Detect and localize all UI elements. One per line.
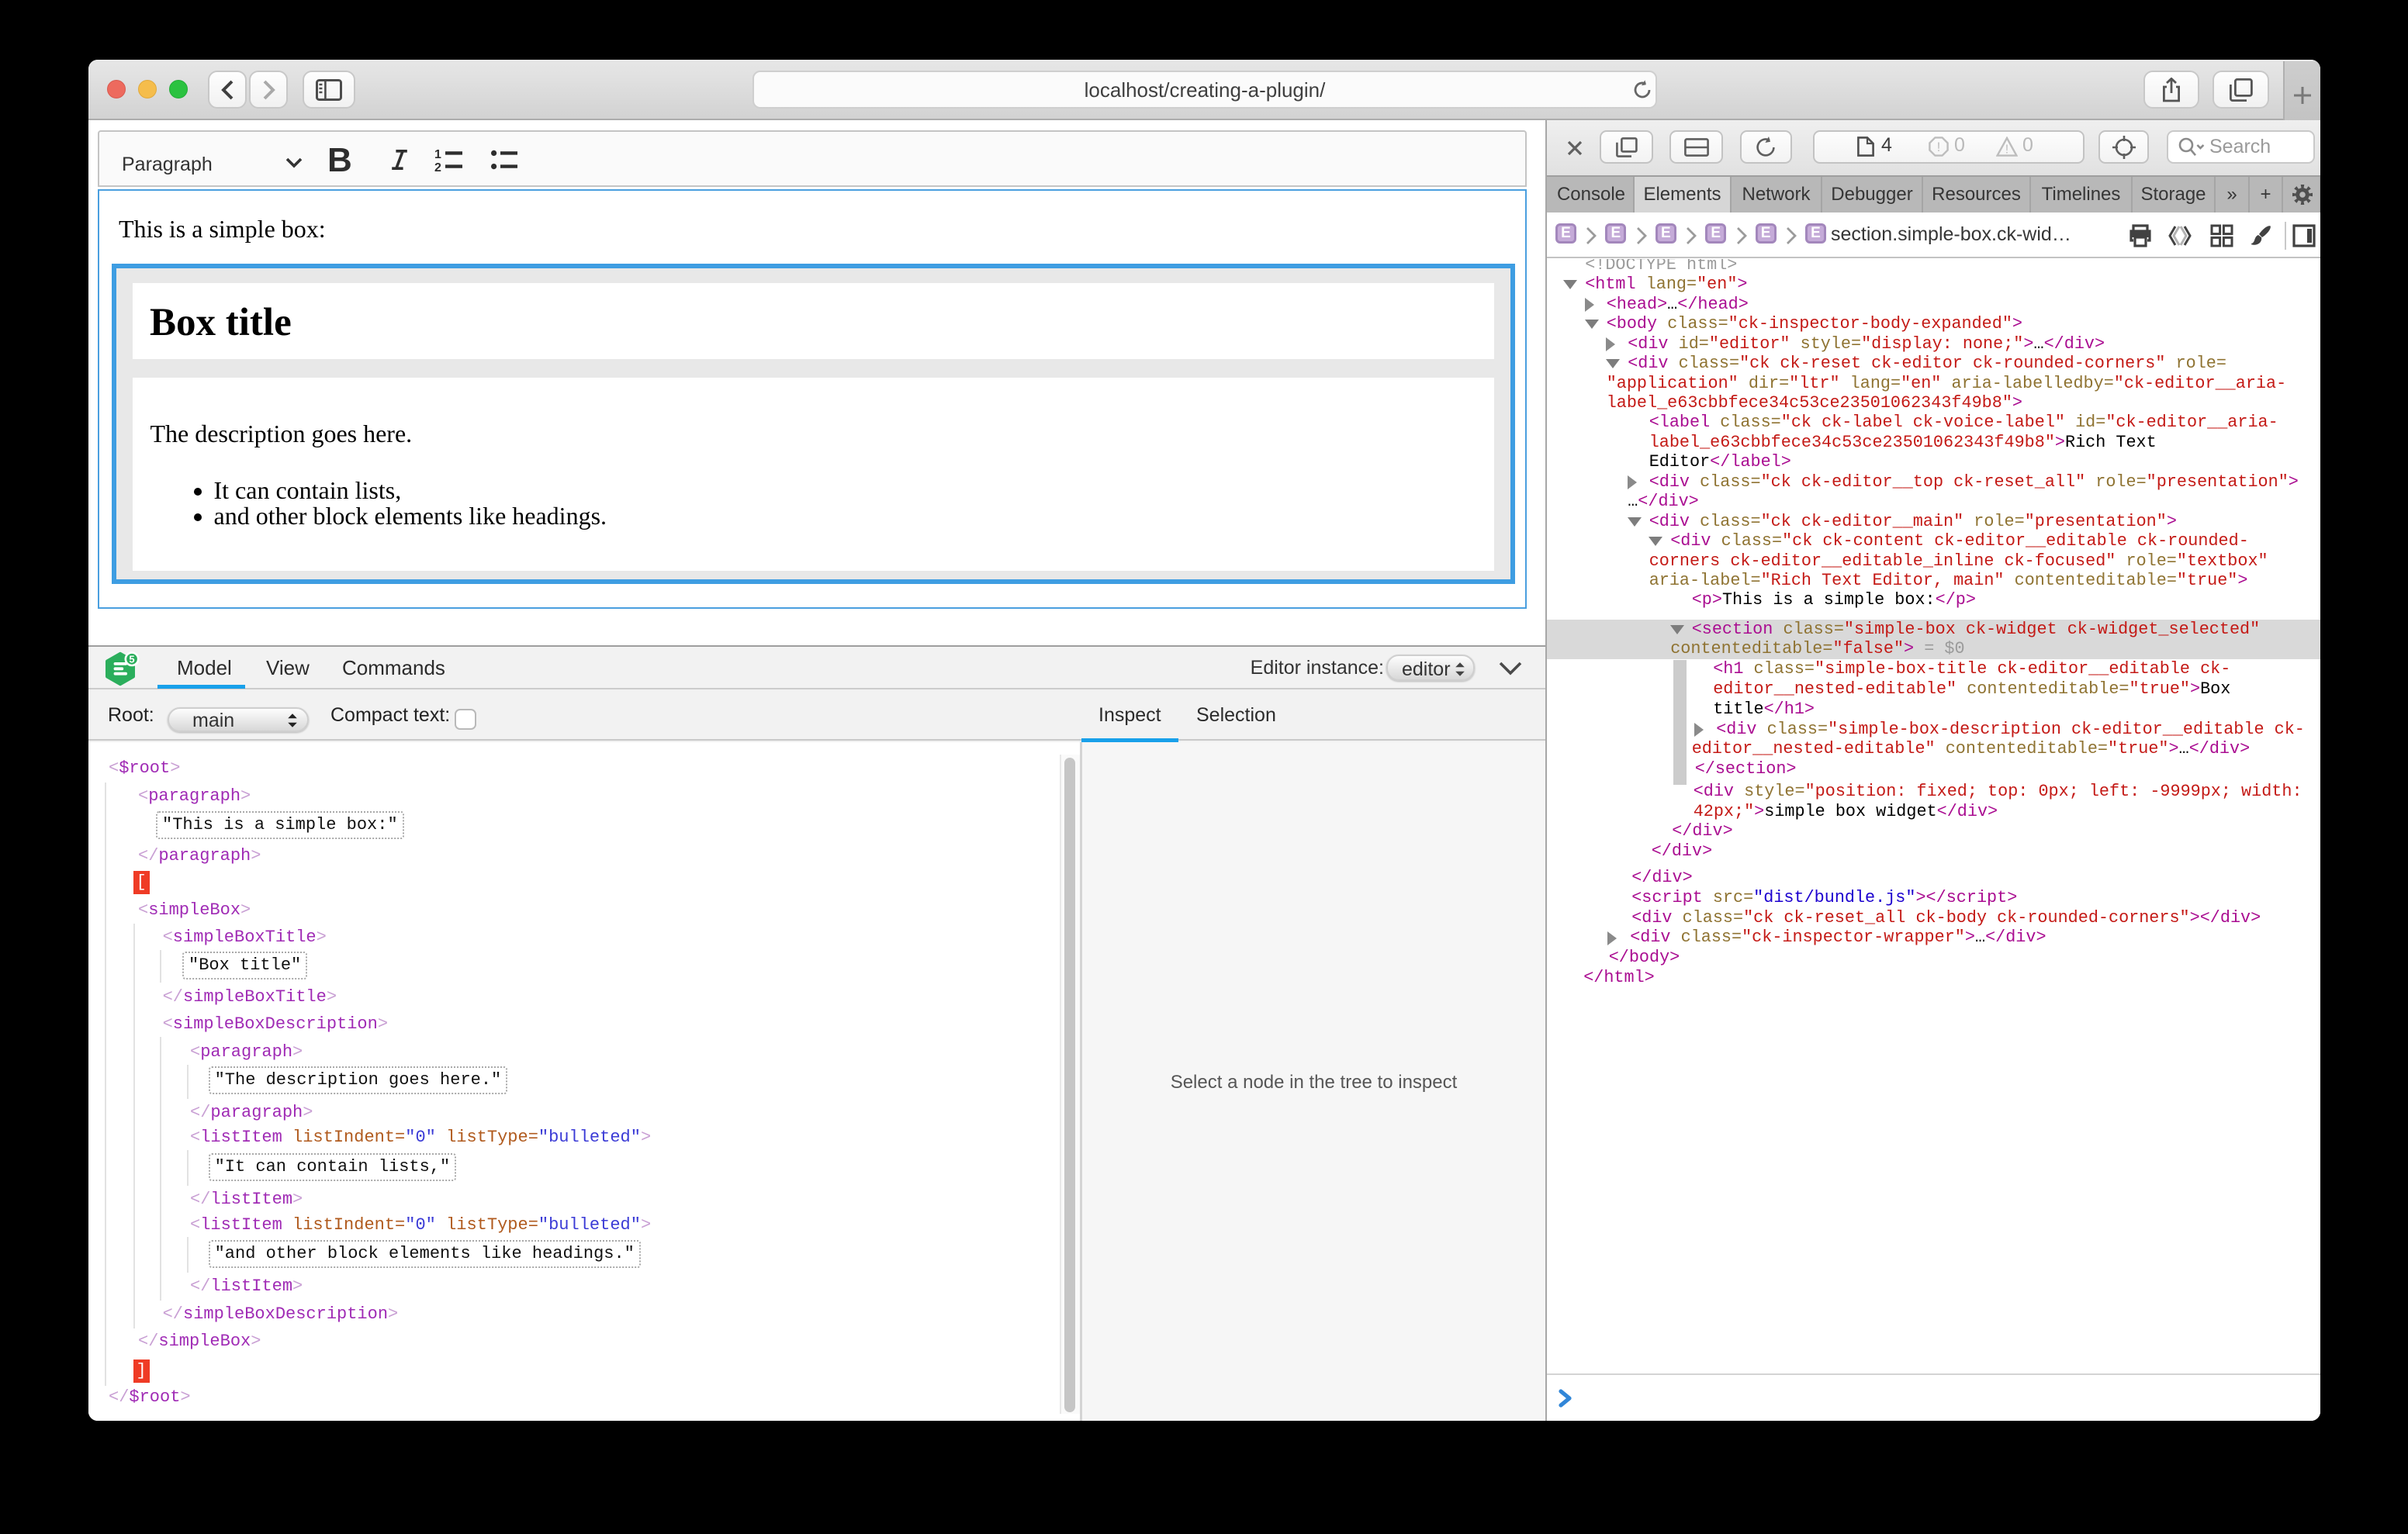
svg-text:2: 2 xyxy=(434,161,441,171)
svg-text:5: 5 xyxy=(129,654,134,665)
svg-text:!: ! xyxy=(2005,143,2008,157)
svg-text:1: 1 xyxy=(434,148,441,161)
svg-text:!: ! xyxy=(1937,140,1941,154)
